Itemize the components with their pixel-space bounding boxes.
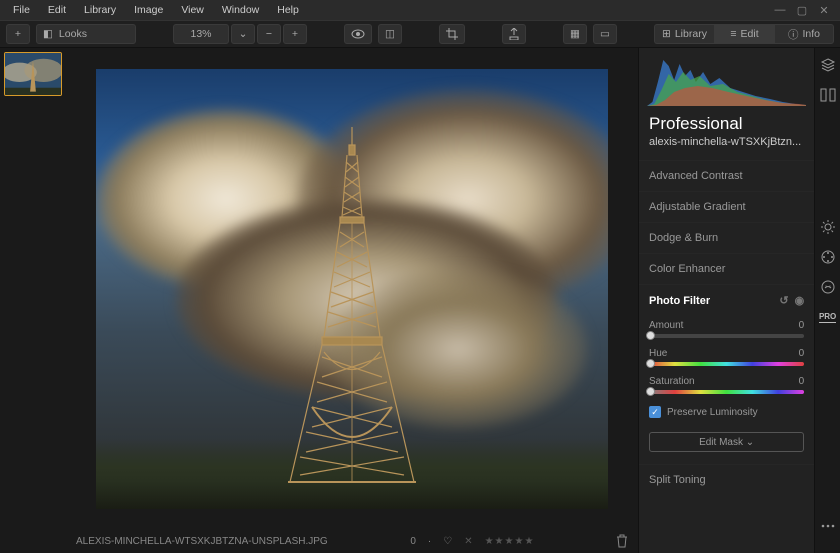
footer-count: 0 xyxy=(410,536,416,547)
amount-label: Amount xyxy=(649,320,683,331)
export-icon xyxy=(509,28,519,40)
slider-saturation[interactable]: Saturation 0 xyxy=(649,376,804,394)
tab-library-label: Library xyxy=(675,28,707,40)
menu-help[interactable]: Help xyxy=(268,1,308,19)
preview-toggle[interactable] xyxy=(344,24,372,44)
canvas-area: ALEXIS-MINCHELLA-WTSXKJBTZNA-UNSPLASH.JP… xyxy=(66,48,638,553)
amount-value: 0 xyxy=(799,320,805,331)
toolbar: + ◧ Looks 13% ⌄ − + ◫ ▦ ▭ ⊞ xyxy=(0,20,840,48)
edit-panel: Professional alexis-minchella-wTSXKjBtzn… xyxy=(638,48,814,553)
tab-edit-label: Edit xyxy=(741,28,759,40)
minimize-button[interactable]: — xyxy=(774,4,786,17)
star-2[interactable]: ★ xyxy=(495,536,504,547)
menu-items: File Edit Library Image View Window Help xyxy=(4,1,308,19)
tab-edit[interactable]: ≡ Edit xyxy=(714,24,774,44)
canvas-footer: ALEXIS-MINCHELLA-WTSXKJBTZNA-UNSPLASH.JP… xyxy=(66,529,638,553)
menu-edit[interactable]: Edit xyxy=(39,1,75,19)
preserve-label: Preserve Luminosity xyxy=(667,407,758,418)
tab-info[interactable]: ⓘ Info xyxy=(774,24,834,44)
window-controls: — ▢ ✕ xyxy=(774,4,836,17)
panel-item-adjustable-gradient[interactable]: Adjustable Gradient xyxy=(639,191,814,222)
panel-title: Professional xyxy=(639,110,814,136)
zoom-out-button[interactable]: − xyxy=(257,24,281,44)
amount-thumb[interactable] xyxy=(646,331,655,340)
mode-tabs: ⊞ Library ≡ Edit ⓘ Info xyxy=(654,24,834,44)
image-canvas[interactable] xyxy=(96,69,608,509)
filmstrip xyxy=(0,48,66,553)
library-icon: ⊞ xyxy=(662,28,671,40)
zoom-value[interactable]: 13% xyxy=(173,24,229,44)
slider-hue[interactable]: Hue 0 xyxy=(649,348,804,366)
reset-icon[interactable]: ↺ xyxy=(779,294,788,307)
light-icon[interactable] xyxy=(819,218,837,236)
thumbnail-image xyxy=(5,53,61,95)
panel-filename: alexis-minchella-wTSXKjBtzn... xyxy=(639,136,814,160)
grid-view-button[interactable]: ▦ xyxy=(563,24,587,44)
layers-icon[interactable] xyxy=(819,56,837,74)
detail-icon[interactable] xyxy=(819,278,837,296)
color-icon[interactable] xyxy=(819,248,837,266)
star-1[interactable]: ★ xyxy=(485,536,494,547)
star-5[interactable]: ★ xyxy=(524,536,533,547)
menu-window[interactable]: Window xyxy=(213,1,268,19)
looks-icon: ◧ xyxy=(43,28,53,40)
hue-label: Hue xyxy=(649,348,667,359)
tab-library[interactable]: ⊞ Library xyxy=(654,24,714,44)
slider-amount[interactable]: Amount 0 xyxy=(649,320,804,338)
eiffel-tower xyxy=(282,127,422,487)
panel-item-advanced-contrast[interactable]: Advanced Contrast xyxy=(639,160,814,191)
reject-icon[interactable]: ✕ xyxy=(464,536,472,547)
hue-value: 0 xyxy=(799,348,805,359)
sat-label: Saturation xyxy=(649,376,695,387)
info-icon: ⓘ xyxy=(788,27,799,42)
edit-mask-button[interactable]: Edit Mask ⌄ xyxy=(649,432,804,452)
menu-view[interactable]: View xyxy=(172,1,213,19)
rating-stars[interactable]: ★ ★ ★ ★ ★ xyxy=(485,536,534,547)
footer-sep: · xyxy=(428,536,431,547)
star-3[interactable]: ★ xyxy=(505,536,514,547)
checkbox-icon[interactable]: ✓ xyxy=(649,406,661,418)
thumbnail-selected[interactable] xyxy=(4,52,62,96)
tool-rail: PRO xyxy=(814,48,840,553)
crop-button[interactable] xyxy=(439,24,465,44)
footer-filename: ALEXIS-MINCHELLA-WTSXKJBTZNA-UNSPLASH.JP… xyxy=(76,536,328,547)
panel-item-split-toning[interactable]: Split Toning xyxy=(639,464,814,495)
panel-item-photo-filter[interactable]: Photo Filter ↺ ◉ xyxy=(639,284,814,316)
photo-filter-controls: Amount 0 Hue 0 Saturation 0 xyxy=(639,316,814,404)
tab-info-label: Info xyxy=(802,28,820,40)
close-button[interactable]: ✕ xyxy=(818,4,830,17)
compare-icon[interactable] xyxy=(819,86,837,104)
crop-icon xyxy=(446,28,458,40)
menu-file[interactable]: File xyxy=(4,1,39,19)
single-view-button[interactable]: ▭ xyxy=(593,24,617,44)
histogram[interactable] xyxy=(639,48,814,110)
panel-item-dodge-burn[interactable]: Dodge & Burn xyxy=(639,222,814,253)
compare-button[interactable]: ◫ xyxy=(378,24,402,44)
photo-filter-label: Photo Filter xyxy=(649,295,710,307)
preserve-luminosity-row[interactable]: ✓ Preserve Luminosity xyxy=(639,404,814,428)
eye-icon xyxy=(351,29,365,39)
looks-label: Looks xyxy=(59,28,87,40)
visibility-toggle-icon[interactable]: ◉ xyxy=(795,294,805,307)
trash-icon[interactable] xyxy=(616,534,628,548)
hue-thumb[interactable] xyxy=(646,359,655,368)
zoom-dropdown[interactable]: ⌄ xyxy=(231,24,255,44)
zoom-in-button[interactable]: + xyxy=(283,24,307,44)
sat-value: 0 xyxy=(799,376,805,387)
sliders-icon: ≡ xyxy=(730,28,736,40)
menubar: File Edit Library Image View Window Help… xyxy=(0,0,840,20)
export-button[interactable] xyxy=(502,24,526,44)
pro-badge[interactable]: PRO xyxy=(819,308,837,326)
panel-item-color-enhancer[interactable]: Color Enhancer xyxy=(639,253,814,284)
more-icon[interactable] xyxy=(819,517,837,535)
maximize-button[interactable]: ▢ xyxy=(796,4,808,17)
menu-library[interactable]: Library xyxy=(75,1,125,19)
zoom-group: 13% ⌄ − + xyxy=(173,24,307,44)
add-button[interactable]: + xyxy=(6,24,30,44)
star-4[interactable]: ★ xyxy=(514,536,523,547)
favorite-icon[interactable]: ♡ xyxy=(443,536,452,547)
sat-thumb[interactable] xyxy=(646,387,655,396)
menu-image[interactable]: Image xyxy=(125,1,172,19)
looks-button[interactable]: ◧ Looks xyxy=(36,24,136,44)
